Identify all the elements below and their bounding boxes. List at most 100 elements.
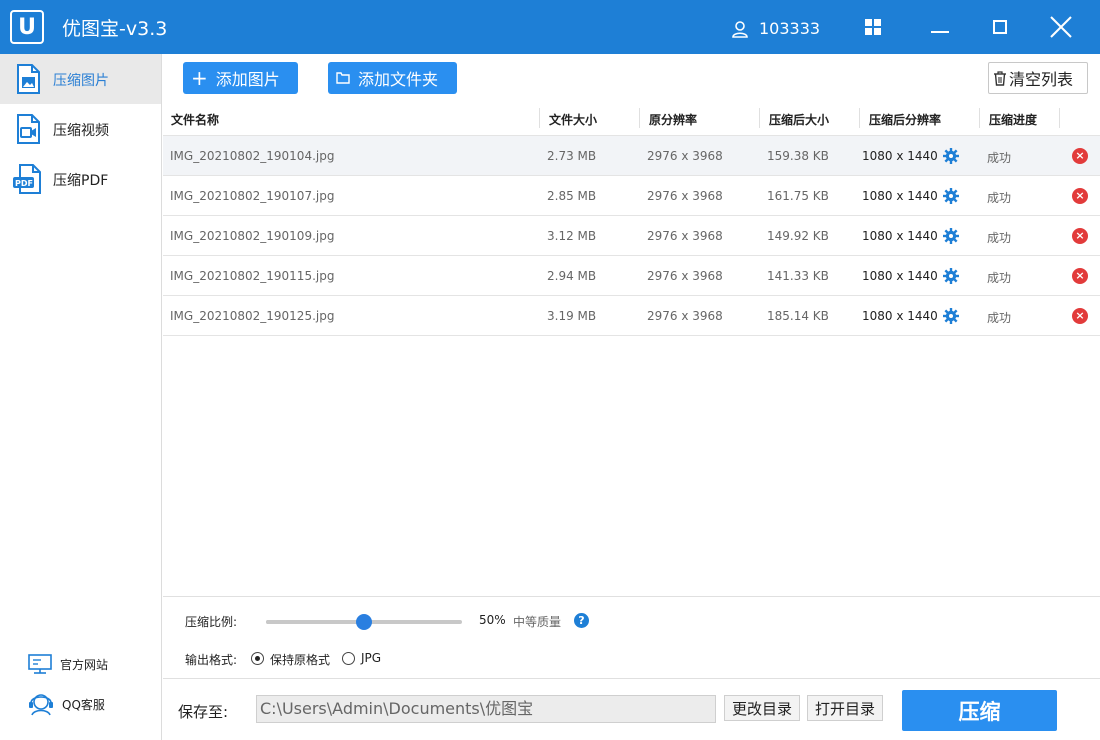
help-icon[interactable]: ? [574, 613, 589, 628]
user-icon[interactable] [731, 20, 749, 38]
delete-row-icon[interactable]: × [1072, 148, 1088, 164]
cell-new-size: 159.38 KB [767, 149, 829, 163]
cell-orig-res: 2976 x 3968 [647, 229, 723, 243]
column-header-progress[interactable]: 压缩进度 [989, 111, 1037, 128]
settings-gear-icon[interactable] [943, 148, 959, 164]
format-label: 输出格式: [185, 653, 238, 667]
column-divider [1059, 108, 1060, 128]
title-bar: U 优图宝-v3.3 103333 [0, 0, 1100, 54]
column-divider [979, 108, 980, 128]
compression-settings: 压缩比例: 50% 中等质量 ? 输出格式: 保持原格式 JPG [163, 596, 1100, 678]
save-to-label: 保存至: [178, 703, 229, 721]
delete-row-icon[interactable]: × [1072, 268, 1088, 284]
grid-menu-button[interactable] [858, 12, 888, 42]
open-dir-button[interactable]: 打开目录 [807, 695, 883, 721]
settings-gear-icon[interactable] [943, 268, 959, 284]
cell-filesize: 2.73 MB [547, 149, 597, 163]
add-image-button[interactable]: + 添加图片 [183, 62, 298, 94]
table-row[interactable]: IMG_20210802_190104.jpg 2.73 MB 2976 x 396… [163, 136, 1100, 176]
cell-new-res: 1080 x 1440 [862, 189, 938, 203]
table-row[interactable]: IMG_20210802_190115.jpg 2.94 MB 2976 x 396… [163, 256, 1100, 296]
footer: 保存至: C:\Users\Admin\Documents\优图宝 更改目录 打… [163, 678, 1100, 740]
table-row[interactable]: IMG_20210802_190125.jpg 3.19 MB 2976 x 396… [163, 296, 1100, 336]
cell-filesize: 2.94 MB [547, 269, 597, 283]
cell-new-size: 141.33 KB [767, 269, 829, 283]
jpg-format-radio[interactable] [342, 652, 355, 665]
column-divider [639, 108, 640, 128]
settings-gear-icon[interactable] [943, 308, 959, 324]
settings-gear-icon[interactable] [943, 188, 959, 204]
jpg-format-label[interactable]: JPG [361, 651, 381, 665]
delete-row-icon[interactable]: × [1072, 188, 1088, 204]
column-header-orig-res[interactable]: 原分辨率 [649, 111, 697, 128]
plus-icon: + [191, 66, 208, 90]
close-icon [1050, 16, 1072, 38]
app-logo: U [10, 10, 44, 44]
pdf-file-icon: PDF [13, 164, 41, 194]
settings-gear-icon[interactable] [943, 228, 959, 244]
minimize-icon [931, 31, 949, 33]
grid-icon [865, 19, 881, 35]
cell-new-res: 1080 x 1440 [862, 149, 938, 163]
cell-status: 成功 [987, 151, 1012, 165]
column-divider [859, 108, 860, 128]
table-row[interactable]: IMG_20210802_190109.jpg 3.12 MB 2976 x 396… [163, 216, 1100, 256]
cell-status: 成功 [987, 231, 1012, 245]
ratio-slider-fill [266, 620, 364, 624]
image-file-icon [17, 64, 40, 94]
keep-format-radio[interactable] [251, 652, 264, 665]
sidebar-item-label: 压缩视频 [53, 123, 109, 139]
add-image-label: 添加图片 [215, 70, 280, 89]
svg-text:PDF: PDF [15, 179, 33, 188]
monitor-icon [28, 654, 52, 674]
clear-list-button[interactable]: 清空列表 [988, 62, 1088, 94]
cell-filename: IMG_20210802_190115.jpg [170, 269, 335, 283]
qq-service-link[interactable]: QQ客服 [28, 692, 105, 716]
column-header-new-res[interactable]: 压缩后分辨率 [869, 111, 941, 128]
cell-new-res: 1080 x 1440 [862, 269, 938, 283]
add-folder-label: 添加文件夹 [358, 70, 439, 89]
qq-service-label: QQ客服 [62, 697, 105, 712]
table-row[interactable]: IMG_20210802_190107.jpg 2.85 MB 2976 x 396… [163, 176, 1100, 216]
change-dir-button[interactable]: 更改目录 [724, 695, 800, 721]
save-path-input[interactable]: C:\Users\Admin\Documents\优图宝 [256, 695, 716, 723]
keep-format-label[interactable]: 保持原格式 [270, 651, 330, 668]
sidebar-item-compress-pdf[interactable]: PDF 压缩PDF [0, 154, 161, 204]
folder-icon [336, 72, 350, 84]
user-id[interactable]: 103333 [759, 19, 820, 38]
delete-row-icon[interactable]: × [1072, 228, 1088, 244]
column-header-new-size[interactable]: 压缩后大小 [769, 111, 829, 128]
sidebar: 压缩图片 压缩视频 PDF 压缩PDF 官方网站 QQ客服 [0, 54, 162, 740]
column-header-filename[interactable]: 文件名称 [171, 111, 219, 128]
cell-filesize: 3.19 MB [547, 309, 597, 323]
cell-new-size: 185.14 KB [767, 309, 829, 323]
compress-button[interactable]: 压缩 [902, 690, 1057, 731]
sidebar-item-compress-video[interactable]: 压缩视频 [0, 104, 161, 154]
app-logo-letter: U [18, 14, 36, 40]
sidebar-item-label: 压缩图片 [53, 73, 109, 89]
cell-new-size: 161.75 KB [767, 189, 829, 203]
cell-filesize: 3.12 MB [547, 229, 597, 243]
cell-status: 成功 [987, 191, 1012, 205]
maximize-button[interactable] [985, 12, 1015, 42]
headset-icon [29, 694, 53, 716]
clear-list-label: 清空列表 [1009, 70, 1074, 89]
column-divider [539, 108, 540, 128]
minimize-button[interactable] [925, 12, 955, 42]
cell-filename: IMG_20210802_190125.jpg [170, 309, 335, 323]
column-header-filesize[interactable]: 文件大小 [549, 111, 597, 128]
cell-filename: IMG_20210802_190109.jpg [170, 229, 335, 243]
cell-filename: IMG_20210802_190107.jpg [170, 189, 335, 203]
cell-orig-res: 2976 x 3968 [647, 189, 723, 203]
quality-text: 中等质量 [513, 615, 562, 629]
sidebar-item-compress-image[interactable]: 压缩图片 [0, 54, 161, 104]
cell-filesize: 2.85 MB [547, 189, 597, 203]
cell-new-size: 149.92 KB [767, 229, 829, 243]
sidebar-item-label: 压缩PDF [53, 173, 109, 189]
close-button[interactable] [1046, 12, 1076, 42]
file-table: 文件名称 文件大小 原分辨率 压缩后大小 压缩后分辨率 压缩进度 IMG_202… [163, 100, 1100, 336]
delete-row-icon[interactable]: × [1072, 308, 1088, 324]
add-folder-button[interactable]: 添加文件夹 [328, 62, 457, 94]
ratio-slider-thumb[interactable] [356, 614, 372, 630]
official-website-link[interactable]: 官方网站 [28, 654, 108, 674]
